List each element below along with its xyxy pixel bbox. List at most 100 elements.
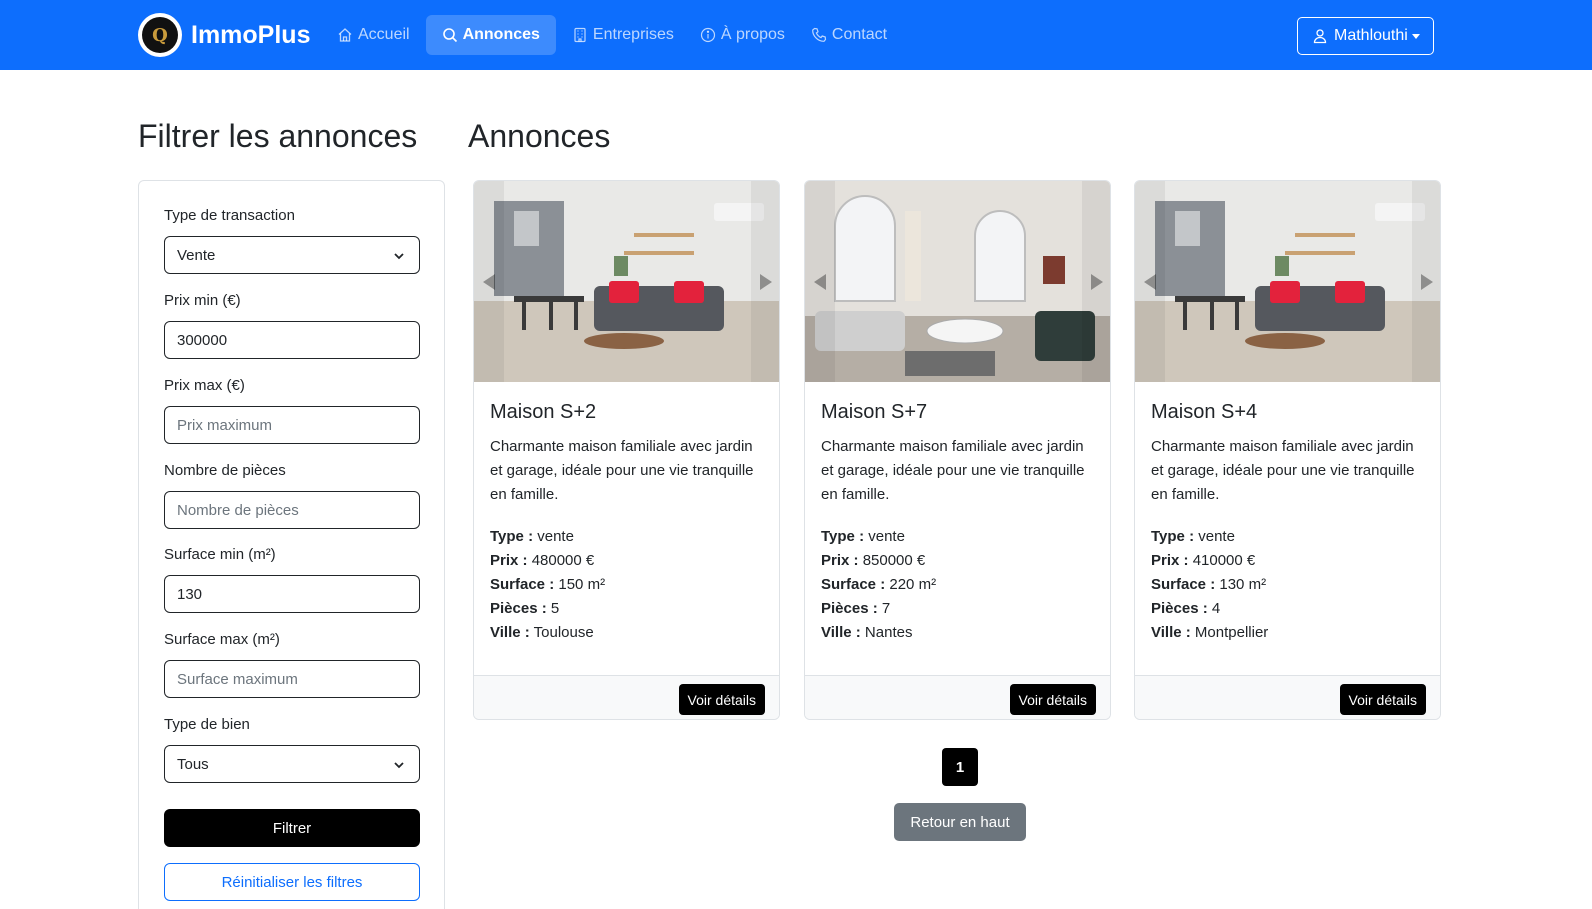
nav-label: À propos: [720, 26, 785, 43]
brand-name: ImmoPlus: [191, 20, 311, 49]
chevron-down-icon: [394, 762, 404, 769]
surface-label: Surface :: [821, 576, 886, 593]
prix-min-value: 300000: [177, 331, 228, 349]
listings-heading: Annonces: [468, 118, 611, 154]
view-details-button[interactable]: Voir détails: [1009, 684, 1096, 715]
pieces-value: 4: [1211, 600, 1221, 617]
nav-label: Entreprises: [592, 26, 674, 43]
back-to-top-button[interactable]: Retour en haut: [894, 803, 1026, 841]
listing-details: Type : vente Prix : 850000 € Surface : 2…: [821, 525, 936, 645]
carousel-prev-button[interactable]: [1135, 181, 1165, 382]
brand-logo: Q: [138, 13, 182, 57]
user-name: Mathlouthi: [1334, 27, 1408, 44]
reset-filters-button[interactable]: Réinitialiser les filtres: [164, 863, 420, 901]
transaction-type-select[interactable]: Vente: [164, 236, 420, 274]
carousel-next-button[interactable]: [751, 181, 779, 382]
surface-value: 130 m²: [1219, 576, 1267, 593]
house-icon: [338, 28, 352, 42]
carousel-next-button[interactable]: [1082, 181, 1110, 382]
ville-value: Montpellier: [1194, 624, 1269, 641]
listing-image-carousel: [1135, 181, 1440, 382]
pieces-input[interactable]: Nombre de pièces: [164, 491, 420, 529]
type-bien-label: Type de bien: [164, 716, 250, 733]
listing-details: Type : vente Prix : 410000 € Surface : 1…: [1151, 525, 1268, 645]
prix-label: Prix :: [821, 552, 859, 569]
surface-max-input[interactable]: Surface maximum: [164, 660, 420, 698]
surface-value: 150 m²: [558, 576, 606, 593]
nav-item-a-propos[interactable]: À propos: [690, 15, 795, 55]
listing-details: Type : vente Prix : 480000 € Surface : 1…: [490, 525, 605, 645]
surface-label: Surface :: [1151, 576, 1216, 593]
type-value: vente: [868, 528, 905, 545]
transaction-type-value: Vente: [177, 246, 216, 264]
prix-min-input[interactable]: 300000: [164, 321, 420, 359]
building-icon: [574, 27, 586, 43]
listing-description: Charmante maison familiale avec jardin e…: [1151, 438, 1415, 503]
surface-max-placeholder: Surface maximum: [177, 670, 298, 688]
nav-item-entreprises[interactable]: Entreprises: [562, 15, 684, 55]
prix-value: 480000 €: [531, 552, 595, 569]
ville-label: Ville :: [490, 624, 530, 641]
surface-min-value: 130: [177, 585, 203, 603]
nav-label: Contact: [831, 26, 888, 43]
type-bien-select[interactable]: Tous: [164, 745, 420, 783]
listing-card: Maison S+4 Charmante maison familiale av…: [1134, 180, 1441, 720]
view-details-button[interactable]: Voir détails: [678, 684, 765, 715]
type-label: Type :: [1151, 528, 1195, 545]
listing-title: Maison S+4: [1151, 401, 1258, 423]
pieces-label: Pièces :: [821, 600, 878, 617]
filter-panel: Type de transaction Vente Prix min (€) 3…: [138, 180, 445, 909]
main-nav: Accueil Annonces Entreprises À propos Co…: [327, 15, 903, 55]
nav-label: Annonces: [462, 26, 540, 43]
user-menu-button[interactable]: Mathlouthi: [1297, 17, 1434, 55]
listing-description: Charmante maison familiale avec jardin e…: [490, 438, 754, 503]
nav-item-contact[interactable]: Contact: [801, 15, 897, 55]
transaction-type-label: Type de transaction: [164, 207, 295, 224]
ville-value: Nantes: [864, 624, 913, 641]
chevron-right-icon: [1091, 273, 1103, 290]
filter-button[interactable]: Filtrer: [164, 809, 420, 847]
pieces-label: Pièces :: [1151, 600, 1208, 617]
prix-max-input[interactable]: Prix maximum: [164, 406, 420, 444]
prix-value: 850000 €: [862, 552, 926, 569]
nav-label: Accueil: [358, 26, 410, 43]
living-room-photo: [805, 181, 1110, 382]
nav-item-accueil[interactable]: Accueil: [327, 15, 420, 55]
prix-max-placeholder: Prix maximum: [177, 416, 273, 434]
person-icon: [1313, 29, 1327, 44]
ville-label: Ville :: [821, 624, 861, 641]
chevron-left-icon: [814, 273, 826, 290]
surface-max-label: Surface max (m²): [164, 631, 280, 648]
listing-image-carousel: [474, 181, 779, 382]
type-label: Type :: [821, 528, 865, 545]
listing-footer: Voir détails: [1135, 675, 1440, 719]
chevron-left-icon: [483, 273, 495, 290]
pieces-label: Nombre de pièces: [164, 462, 286, 479]
ville-label: Ville :: [1151, 624, 1191, 641]
listing-footer: Voir détails: [805, 675, 1110, 719]
carousel-prev-button[interactable]: [474, 181, 504, 382]
pagination-page-1[interactable]: 1: [942, 748, 978, 786]
prix-min-label: Prix min (€): [164, 292, 241, 309]
view-details-button[interactable]: Voir détails: [1339, 684, 1426, 715]
type-label: Type :: [490, 528, 534, 545]
prix-label: Prix :: [490, 552, 528, 569]
prix-max-label: Prix max (€): [164, 377, 245, 394]
chevron-left-icon: [1144, 273, 1156, 290]
surface-value: 220 m²: [889, 576, 937, 593]
nav-item-annonces[interactable]: Annonces: [425, 15, 556, 55]
carousel-prev-button[interactable]: [805, 181, 835, 382]
listing-title: Maison S+2: [490, 401, 597, 423]
pieces-placeholder: Nombre de pièces: [177, 501, 299, 519]
pieces-value: 7: [881, 600, 891, 617]
surface-min-input[interactable]: 130: [164, 575, 420, 613]
ville-value: Toulouse: [533, 624, 594, 641]
info-circle-icon: [700, 27, 715, 43]
type-value: vente: [1198, 528, 1235, 545]
prix-label: Prix :: [1151, 552, 1189, 569]
listing-title: Maison S+7: [821, 401, 928, 423]
surface-label: Surface :: [490, 576, 555, 593]
carousel-next-button[interactable]: [1412, 181, 1440, 382]
listing-footer: Voir détails: [474, 675, 779, 719]
brand[interactable]: Q ImmoPlus: [138, 13, 310, 57]
